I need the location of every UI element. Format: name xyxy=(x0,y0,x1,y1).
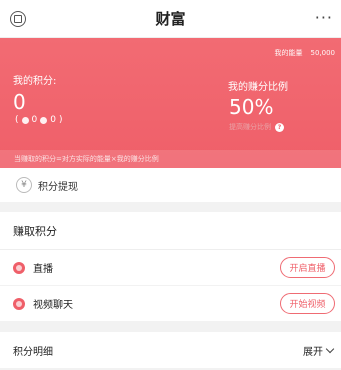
wealth-page: 财富 ··· 我的能量 50,000 我的积分: 0 ( 0 0 ) 我的赚分比例… xyxy=(0,0,341,370)
top-nav-bar: 财富 ··· xyxy=(0,0,341,38)
my-points-value: 0 xyxy=(13,90,26,114)
energy-value: 50,000 xyxy=(310,49,336,57)
earn-formula: 当赚取的积分=对方实际的能量×我的赚分比例 xyxy=(0,150,341,168)
chevron-down-icon xyxy=(325,344,335,353)
withdraw-label: 积分提现 xyxy=(38,181,78,193)
earn-ratio-value: 50% xyxy=(229,95,274,119)
points-detail-row[interactable]: 积分明细 展开 xyxy=(0,332,341,368)
raise-ratio-label: 提高赚分比例 xyxy=(229,123,271,131)
start-live-button[interactable]: 开启直播 xyxy=(280,257,335,278)
section-divider xyxy=(0,322,341,332)
raise-ratio-link[interactable]: 提高赚分比例 ? xyxy=(229,122,284,132)
expand-toggle[interactable]: 展开 xyxy=(303,343,335,358)
coin-icon xyxy=(21,116,29,124)
live-icon xyxy=(13,261,25,274)
video-chat-label: 视频聊天 xyxy=(33,300,73,311)
points-sub-b: 0 xyxy=(50,115,56,125)
more-icon[interactable]: ··· xyxy=(315,10,333,26)
page-title: 财富 xyxy=(155,10,186,28)
points-breakdown: ( 0 0 ) xyxy=(15,115,63,125)
list-item-video-chat: 视频聊天 开始视频 xyxy=(0,286,341,322)
video-chat-icon xyxy=(13,297,25,310)
wealth-banner: 我的能量 50,000 我的积分: 0 ( 0 0 ) 我的赚分比例 50% 提高… xyxy=(0,38,341,168)
live-label: 直播 xyxy=(33,264,53,275)
expand-label: 展开 xyxy=(303,346,323,358)
withdraw-points-row[interactable]: ¥ 积分提现 xyxy=(0,168,341,202)
points-sub-a: 0 xyxy=(31,115,38,125)
energy-info: 我的能量 50,000 xyxy=(275,48,336,58)
diamond-icon xyxy=(40,116,48,124)
section-divider xyxy=(0,202,341,212)
help-icon[interactable]: ? xyxy=(275,122,284,132)
back-icon[interactable] xyxy=(10,11,26,27)
list-item-live: 直播 开启直播 xyxy=(0,250,341,286)
start-video-button[interactable]: 开始视频 xyxy=(280,293,335,314)
yen-icon: ¥ xyxy=(16,177,32,193)
energy-label: 我的能量 xyxy=(274,49,303,57)
earn-section-title: 赚取积分 xyxy=(0,212,341,250)
earn-points-section: 赚取积分 直播 开启直播 视频聊天 开始视频 xyxy=(0,212,341,322)
points-detail-title: 积分明细 xyxy=(13,346,53,358)
earn-ratio-label: 我的赚分比例 xyxy=(228,82,288,93)
my-points-label: 我的积分: xyxy=(13,76,57,87)
